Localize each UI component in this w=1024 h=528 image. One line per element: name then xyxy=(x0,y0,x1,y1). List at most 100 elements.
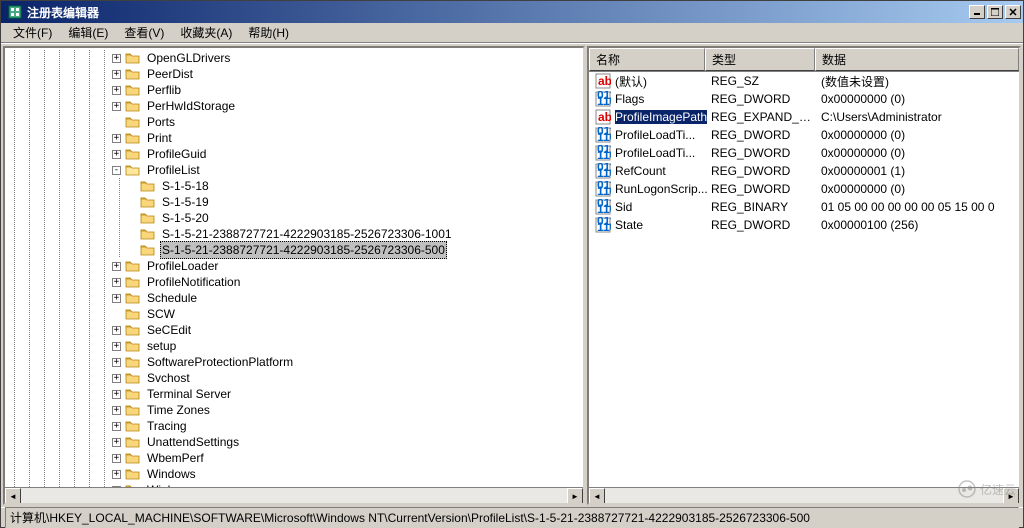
expander-icon[interactable]: + xyxy=(112,342,121,351)
folder-icon xyxy=(125,419,141,433)
expander-icon[interactable]: + xyxy=(112,454,121,463)
expander-icon[interactable]: + xyxy=(112,54,121,63)
tree-item[interactable]: +Terminal Server xyxy=(7,386,581,402)
tree-item[interactable]: +Tracing xyxy=(7,418,581,434)
expander-icon[interactable]: + xyxy=(112,422,121,431)
scroll-track[interactable] xyxy=(605,488,1003,503)
scroll-left-button[interactable]: ◄ xyxy=(589,488,605,504)
tree-item[interactable]: +OpenGLDrivers xyxy=(7,50,581,66)
tree-item[interactable]: + Perflib xyxy=(7,82,581,98)
expander-icon[interactable]: + xyxy=(112,326,121,335)
col-type[interactable]: 类型 xyxy=(705,48,815,71)
maximize-button[interactable] xyxy=(987,5,1003,19)
tree-item[interactable]: +PeerDist xyxy=(7,66,581,82)
tree-item[interactable]: +Time Zones xyxy=(7,402,581,418)
tree-item[interactable]: +UnattendSettings xyxy=(7,434,581,450)
value-row[interactable]: 011110SidREG_BINARY01 05 00 00 00 00 00 … xyxy=(589,198,1019,216)
tree-item[interactable]: S-1-5-20 xyxy=(7,210,581,226)
tree-item[interactable]: +ProfileGuid xyxy=(7,146,581,162)
tree-item[interactable]: S-1-5-21-2388727721-4222903185-252672330… xyxy=(7,226,581,242)
tree-item[interactable]: +WbemPerf xyxy=(7,450,581,466)
tree-label: ProfileList xyxy=(145,162,202,178)
tree-label: S-1-5-21-2388727721-4222903185-252672330… xyxy=(160,226,454,242)
folder-icon xyxy=(125,131,141,145)
expander-icon[interactable]: + xyxy=(112,102,121,111)
expander-icon[interactable]: + xyxy=(112,358,121,367)
expander-icon[interactable]: + xyxy=(112,438,121,447)
close-button[interactable] xyxy=(1005,5,1021,19)
scroll-right-button[interactable]: ► xyxy=(1003,488,1019,504)
tree-item[interactable]: S-1-5-21-2388727721-4222903185-252672330… xyxy=(7,242,581,258)
value-row[interactable]: abProfileImagePathREG_EXPAND_SZC:\Users\… xyxy=(589,108,1019,126)
folder-icon xyxy=(125,371,141,385)
folder-icon xyxy=(125,99,141,113)
tree-item[interactable]: +SoftwareProtectionPlatform xyxy=(7,354,581,370)
menu-favorites[interactable]: 收藏夹(A) xyxy=(172,22,240,43)
menu-view[interactable]: 查看(V) xyxy=(116,22,172,43)
menu-edit[interactable]: 编辑(E) xyxy=(60,22,116,43)
value-row[interactable]: ab(默认)REG_SZ(数值未设置) xyxy=(589,72,1019,90)
minimize-button[interactable] xyxy=(969,5,985,19)
expander-icon[interactable]: + xyxy=(112,86,121,95)
tree-item[interactable]: +Print xyxy=(7,130,581,146)
tree-item[interactable]: +Svchost xyxy=(7,370,581,386)
value-name: Sid xyxy=(615,200,632,214)
value-data: 0x00000001 (1) xyxy=(817,164,1019,178)
col-name[interactable]: 名称 xyxy=(589,48,705,71)
tree-item[interactable]: Ports xyxy=(7,114,581,130)
expander-icon[interactable]: + xyxy=(112,150,121,159)
binary-value-icon: 011110 xyxy=(595,127,611,143)
expander-icon[interactable]: + xyxy=(112,390,121,399)
menu-file[interactable]: 文件(F) xyxy=(5,22,60,43)
col-data[interactable]: 数据 xyxy=(815,48,1019,71)
value-row[interactable]: 011110RefCountREG_DWORD0x00000001 (1) xyxy=(589,162,1019,180)
registry-tree: +OpenGLDrivers+PeerDist+Perflib+PerHwIdS… xyxy=(5,48,583,505)
tree-item[interactable]: S-1-5-18 xyxy=(7,178,581,194)
regedit-window: 注册表编辑器 文件(F) 编辑(E) 查看(V) 收藏夹(A) 帮助(H) +O… xyxy=(0,0,1024,528)
tree-item[interactable]: +ProfileLoader xyxy=(7,258,581,274)
tree-item[interactable]: +ProfileNotification xyxy=(7,274,581,290)
tree-item[interactable]: SCW xyxy=(7,306,581,322)
scroll-right-button[interactable]: ► xyxy=(567,488,583,504)
values-hscrollbar[interactable]: ◄ ► xyxy=(589,487,1019,503)
value-data: C:\Users\Administrator xyxy=(817,110,1019,124)
tree-hscrollbar[interactable]: ◄ ► xyxy=(5,487,583,503)
values-pane[interactable]: 名称 类型 数据 ab(默认)REG_SZ(数值未设置)011110FlagsR… xyxy=(587,46,1021,505)
tree-item[interactable]: - ProfileList xyxy=(7,162,581,178)
tree-item[interactable]: +PerHwIdStorage xyxy=(7,98,581,114)
value-name: ProfileImagePath xyxy=(615,110,707,124)
value-row[interactable]: 011110ProfileLoadTi...REG_DWORD0x0000000… xyxy=(589,144,1019,162)
expander-icon[interactable]: - xyxy=(112,166,121,175)
tree-pane[interactable]: +OpenGLDrivers+PeerDist+Perflib+PerHwIdS… xyxy=(3,46,585,505)
status-path: 计算机\HKEY_LOCAL_MACHINE\SOFTWARE\Microsof… xyxy=(5,507,1019,528)
tree-item[interactable]: S-1-5-19 xyxy=(7,194,581,210)
expander-icon[interactable]: + xyxy=(112,374,121,383)
value-row[interactable]: 011110RunLogonScrip...REG_DWORD0x0000000… xyxy=(589,180,1019,198)
tree-item[interactable]: +SeCEdit xyxy=(7,322,581,338)
tree-label: Schedule xyxy=(145,290,199,306)
titlebar[interactable]: 注册表编辑器 xyxy=(1,1,1023,23)
value-row[interactable]: 011110StateREG_DWORD0x00000100 (256) xyxy=(589,216,1019,234)
value-row[interactable]: 011110FlagsREG_DWORD0x00000000 (0) xyxy=(589,90,1019,108)
scroll-track[interactable] xyxy=(21,488,567,503)
tree-label: S-1-5-20 xyxy=(160,210,211,226)
scroll-left-button[interactable]: ◄ xyxy=(5,488,21,504)
expander-icon[interactable]: + xyxy=(112,70,121,79)
tree-item[interactable]: +Windows xyxy=(7,466,581,482)
value-data: 0x00000000 (0) xyxy=(817,182,1019,196)
expander-icon[interactable]: + xyxy=(112,406,121,415)
expander-icon[interactable]: + xyxy=(112,278,121,287)
value-data: 0x00000000 (0) xyxy=(817,92,1019,106)
expander-icon[interactable]: + xyxy=(112,470,121,479)
tree-item[interactable]: +setup xyxy=(7,338,581,354)
value-type: REG_DWORD xyxy=(707,218,817,232)
menu-help[interactable]: 帮助(H) xyxy=(240,22,297,43)
tree-label: Perflib xyxy=(145,82,183,98)
expander-icon[interactable]: + xyxy=(112,294,121,303)
tree-item[interactable]: + Schedule xyxy=(7,290,581,306)
tree-label: SCW xyxy=(145,306,177,322)
value-row[interactable]: 011110ProfileLoadTi...REG_DWORD0x0000000… xyxy=(589,126,1019,144)
statusbar: 计算机\HKEY_LOCAL_MACHINE\SOFTWARE\Microsof… xyxy=(1,507,1023,527)
expander-icon[interactable]: + xyxy=(112,262,121,271)
expander-icon[interactable]: + xyxy=(112,134,121,143)
